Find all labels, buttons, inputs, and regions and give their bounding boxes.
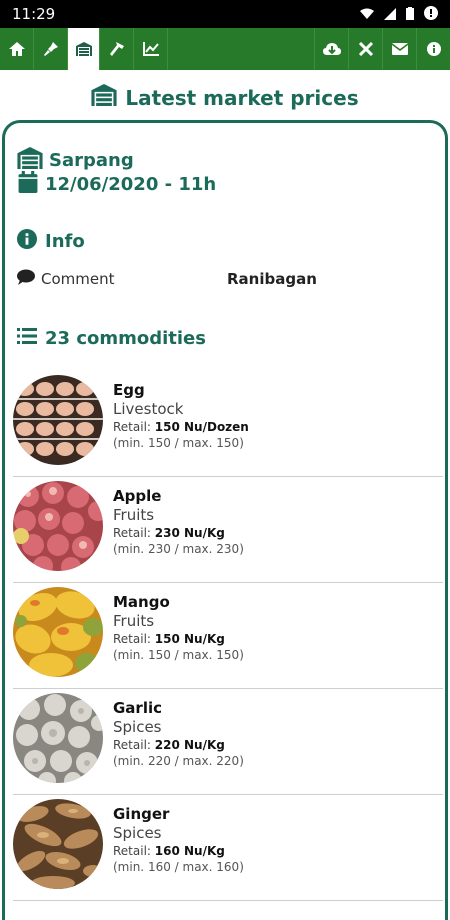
commodities-heading: 23 commodities [17, 327, 206, 350]
retail-label: Retail: [113, 738, 151, 752]
market-date: 12/06/2020 - 11h [17, 171, 216, 198]
retail-price: 220 Nu/Kg [154, 738, 225, 752]
status-bar: 11:29 [0, 0, 450, 28]
commodities-heading-text: 23 commodities [45, 328, 206, 349]
comment-label: Comment [17, 269, 227, 289]
hammer-icon[interactable] [100, 28, 134, 70]
item-retail: Retail: 160 Nu/Kg [113, 844, 244, 858]
pin-icon[interactable] [34, 28, 68, 70]
market-icon [17, 147, 43, 174]
info-heading: Info [17, 229, 85, 254]
item-category: Fruits [113, 612, 155, 630]
chart-icon[interactable] [134, 28, 168, 70]
item-name: Egg [113, 381, 145, 399]
market-icon [91, 84, 117, 111]
item-name: Garlic [113, 699, 163, 717]
retail-price: 150 Nu/Kg [154, 632, 225, 646]
item-text: Apple Fruits Retail: 230 Nu/Kg (min. 230… [113, 487, 244, 556]
commodity-item-garlic[interactable]: Garlic Spices Retail: 220 Nu/Kg (min. 22… [13, 689, 443, 795]
retail-label: Retail: [113, 526, 151, 540]
item-retail: Retail: 220 Nu/Kg [113, 738, 244, 752]
retail-price: 160 Nu/Kg [154, 844, 225, 858]
retail-label: Retail: [113, 844, 151, 858]
item-range: (min. 150 / max. 150) [113, 436, 244, 450]
commodity-item-egg[interactable]: Egg Livestock Retail: 150 Nu/Dozen (min.… [13, 371, 443, 477]
page-title-text: Latest market prices [125, 85, 359, 110]
calendar-icon [17, 171, 39, 198]
signal-icon [384, 5, 396, 24]
info-icon[interactable] [416, 28, 450, 70]
retail-label: Retail: [113, 420, 151, 434]
tools-icon[interactable] [348, 28, 382, 70]
retail-label: Retail: [113, 632, 151, 646]
status-icons [360, 5, 438, 24]
item-name: Mango [113, 593, 170, 611]
egg-photo [13, 375, 103, 465]
status-time: 11:29 [12, 5, 56, 23]
home-icon[interactable] [0, 28, 34, 70]
comment-label-text: Comment [41, 270, 115, 288]
info-icon [17, 229, 37, 254]
item-category: Livestock [113, 400, 184, 418]
battery-icon [406, 5, 414, 24]
item-range: (min. 230 / max. 230) [113, 542, 244, 556]
retail-price: 230 Nu/Kg [154, 526, 225, 540]
item-range: (min. 160 / max. 160) [113, 860, 244, 874]
apple-photo [13, 481, 103, 571]
item-retail: Retail: 230 Nu/Kg [113, 526, 244, 540]
wifi-icon [360, 5, 374, 24]
retail-price: 150 Nu/Dozen [154, 420, 249, 434]
comment-value: Ranibagan [227, 270, 317, 288]
market-date-text: 12/06/2020 - 11h [45, 174, 217, 195]
market-icon[interactable] [68, 28, 100, 70]
cloud-download-icon[interactable] [314, 28, 348, 70]
comment-row: Comment Ranibagan [17, 269, 437, 289]
item-category: Spices [113, 824, 162, 842]
item-text: Egg Livestock Retail: 150 Nu/Dozen (min.… [113, 381, 249, 450]
item-text: Garlic Spices Retail: 220 Nu/Kg (min. 22… [113, 699, 244, 768]
item-range: (min. 150 / max. 150) [113, 648, 244, 662]
item-retail: Retail: 150 Nu/Dozen [113, 420, 249, 434]
item-category: Spices [113, 718, 162, 736]
commodity-item-mango[interactable]: Mango Fruits Retail: 150 Nu/Kg (min. 150… [13, 583, 443, 689]
info-heading-text: Info [45, 231, 85, 252]
market-name: Sarpang [17, 147, 134, 174]
item-text: Mango Fruits Retail: 150 Nu/Kg (min. 150… [113, 593, 244, 662]
ginger-photo [13, 799, 103, 889]
list-icon [17, 327, 37, 350]
commodity-item-apple[interactable]: Apple Fruits Retail: 230 Nu/Kg (min. 230… [13, 477, 443, 583]
item-retail: Retail: 150 Nu/Kg [113, 632, 244, 646]
mango-photo [13, 587, 103, 677]
alert-icon [424, 5, 438, 24]
item-category: Fruits [113, 506, 155, 524]
comment-icon [17, 269, 35, 289]
toolbar [0, 28, 450, 70]
garlic-photo [13, 693, 103, 783]
market-name-text: Sarpang [49, 150, 134, 171]
item-name: Apple [113, 487, 162, 505]
market-card: Sarpang 12/06/2020 - 11h Info Comment Ra… [2, 120, 448, 920]
item-text: Ginger Spices Retail: 160 Nu/Kg (min. 16… [113, 805, 244, 874]
commodity-item-ginger[interactable]: Ginger Spices Retail: 160 Nu/Kg (min. 16… [13, 795, 443, 901]
item-name: Ginger [113, 805, 170, 823]
item-range: (min. 220 / max. 220) [113, 754, 244, 768]
commodity-list: Egg Livestock Retail: 150 Nu/Dozen (min.… [13, 371, 443, 901]
page-title: Latest market prices [0, 84, 450, 111]
mail-icon[interactable] [382, 28, 416, 70]
